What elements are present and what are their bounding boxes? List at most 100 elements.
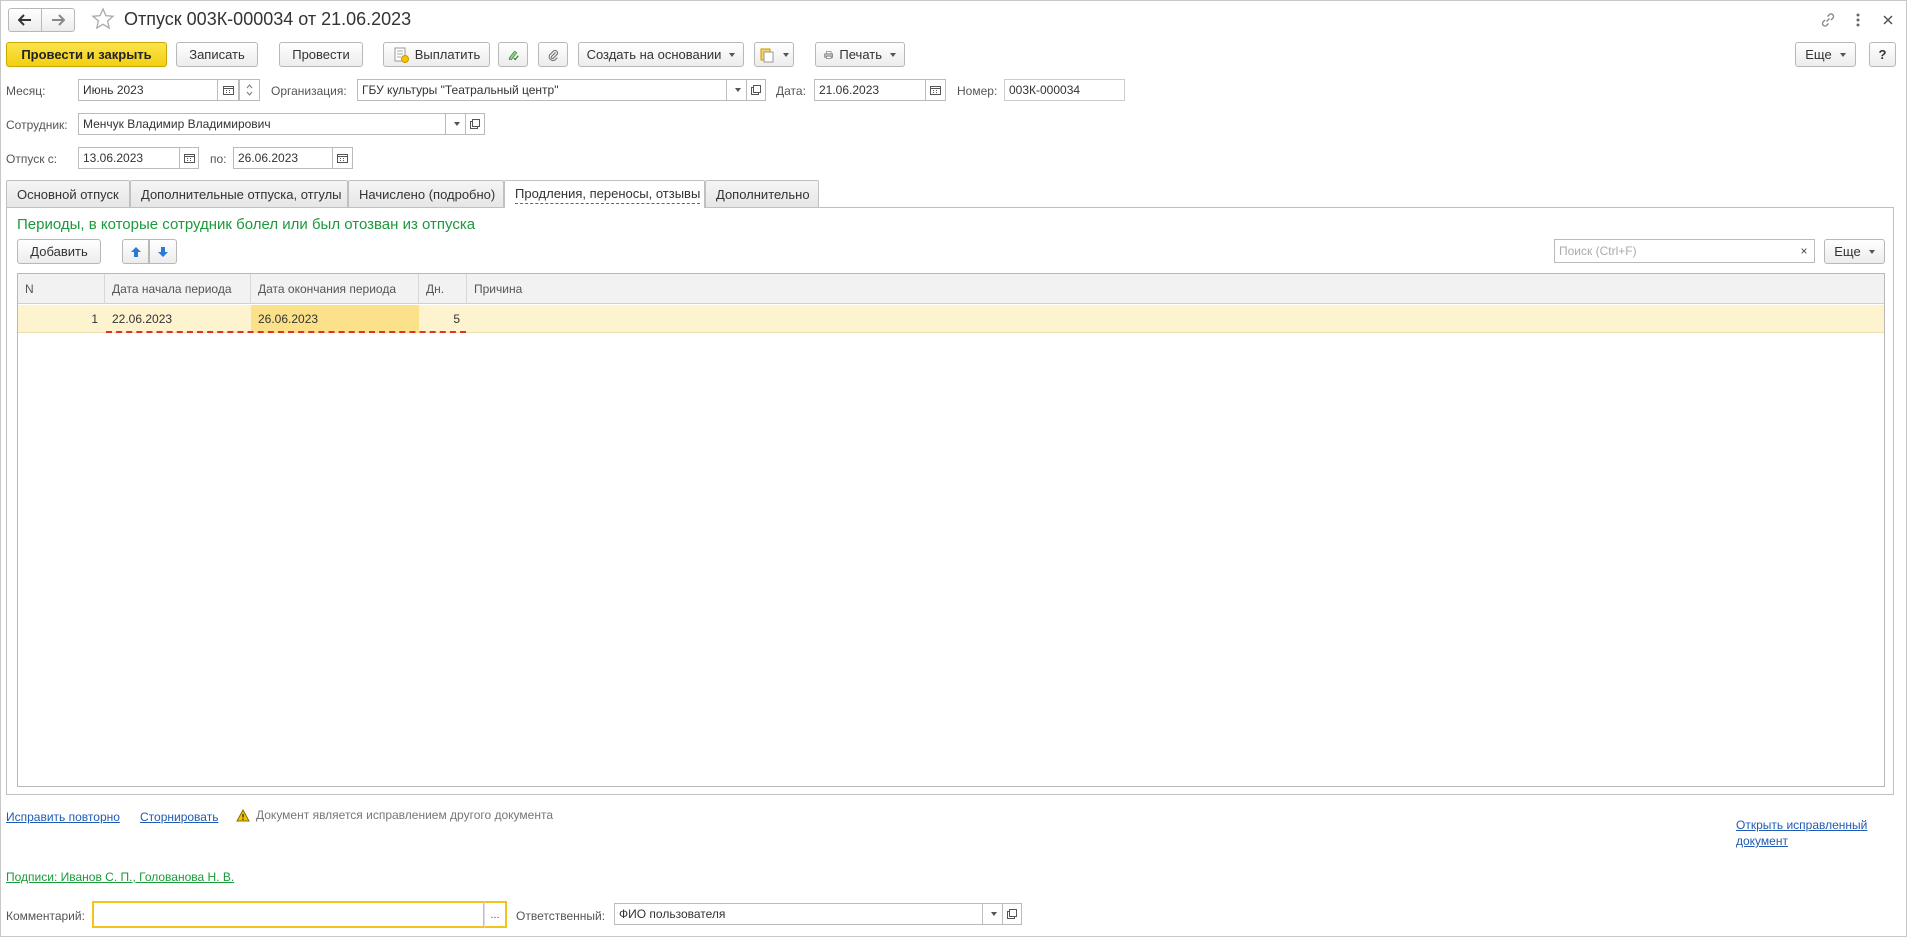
related-docs-button[interactable] [754, 42, 794, 67]
post-button[interactable]: Провести [279, 42, 363, 67]
comment-label: Комментарий: [6, 909, 85, 923]
cell-end-date[interactable]: 26.06.2023 [251, 305, 419, 333]
table-row[interactable]: 1 22.06.2023 26.06.2023 5 [18, 305, 1884, 333]
comment-input[interactable] [92, 901, 485, 928]
tab-additional-leaves[interactable]: Дополнительные отпуска, отгулы [130, 180, 348, 207]
back-button[interactable] [8, 8, 42, 32]
leave-to-input[interactable]: 26.06.2023 [233, 147, 333, 169]
cell-days[interactable]: 5 [419, 305, 467, 333]
column-header-n[interactable]: N [18, 274, 105, 304]
help-button[interactable]: ? [1869, 42, 1896, 67]
pay-doc-icon [394, 47, 409, 63]
chevron-down-icon [729, 52, 736, 57]
tab-accrued-detailed[interactable]: Начислено (подробно) [348, 180, 504, 207]
cell-n[interactable]: 1 [18, 305, 105, 333]
responsible-open-button[interactable] [1003, 903, 1022, 925]
chevron-down-icon [890, 52, 896, 57]
tab-main-leave[interactable]: Основной отпуск [6, 180, 130, 207]
open-fixed-document-link-line1[interactable]: Открыть исправленный [1736, 818, 1867, 832]
responsible-dropdown-button[interactable] [983, 903, 1003, 925]
organization-dropdown-button[interactable] [727, 79, 747, 101]
tab-extensions-transfers-recalls[interactable]: Продления, переносы, отзывы [504, 180, 705, 208]
open-window-icon [1007, 909, 1017, 919]
leave-from-calendar-button[interactable] [180, 147, 199, 169]
table-more-label: Еще [1834, 244, 1861, 259]
number-input[interactable]: 003К-000034 [1004, 79, 1125, 101]
date-calendar-button[interactable] [926, 79, 946, 101]
arrow-up-icon [130, 246, 141, 257]
tab-label: Начислено (подробно) [359, 186, 496, 202]
month-spinner[interactable] [239, 79, 260, 101]
employee-dropdown-button[interactable] [446, 113, 466, 135]
chevron-down-icon [1839, 52, 1846, 57]
warning-text: Документ является исправлением другого д… [256, 808, 554, 822]
correction-warning: Документ является исправлением другого д… [236, 808, 553, 822]
table-header: N Дата начала периода Дата окончания пер… [18, 274, 1884, 304]
number-label: Номер: [957, 84, 998, 98]
responsible-label: Ответственный: [516, 909, 606, 923]
table-more-button[interactable]: Еще [1824, 239, 1885, 264]
organization-open-button[interactable] [747, 79, 766, 101]
section-title: Периоды, в которые сотрудник болел или б… [17, 216, 476, 233]
arrow-right-icon [52, 14, 65, 26]
organization-input[interactable]: ГБУ культуры "Театральный центр" [357, 79, 727, 101]
column-header-days[interactable]: Дн. [419, 274, 467, 304]
month-input[interactable]: Июнь 2023 [78, 79, 218, 101]
tab-label: Дополнительные отпуска, отгулы [141, 186, 342, 202]
add-button[interactable]: Добавить [17, 239, 101, 264]
leave-to-label: по: [210, 152, 227, 166]
signatures-link[interactable]: Подписи: Иванов С. П., Голованова Н. В. [6, 870, 234, 884]
close-icon[interactable] [1878, 10, 1898, 30]
move-down-button[interactable] [149, 239, 177, 264]
pencil-check-icon [508, 50, 519, 60]
column-header-start-date[interactable]: Дата начала периода [105, 274, 251, 304]
employee-input[interactable]: Менчук Владимир Владимирович [78, 113, 446, 135]
chevron-down-icon [453, 122, 460, 126]
link-icon[interactable] [1818, 10, 1838, 30]
forward-button[interactable] [41, 8, 75, 32]
cell-start-date[interactable]: 22.06.2023 [105, 305, 251, 333]
open-window-icon [470, 119, 480, 129]
search-clear-button[interactable]: × [1794, 239, 1815, 263]
column-header-end-date[interactable]: Дата окончания периода [251, 274, 419, 304]
pay-button[interactable]: Выплатить [383, 42, 490, 67]
post-and-close-button[interactable]: Провести и закрыть [6, 42, 167, 67]
reverse-link[interactable]: Сторнировать [140, 810, 218, 824]
spinner-arrows-icon [246, 84, 253, 96]
chevron-down-icon [783, 52, 789, 57]
print-button[interactable]: Печать [815, 42, 905, 67]
organization-label: Организация: [271, 84, 347, 98]
periods-table[interactable]: N Дата начала периода Дата окончания пер… [17, 273, 1885, 787]
page-title: Отпуск 003К-000034 от 21.06.2023 [124, 9, 412, 29]
calendar-icon [222, 86, 234, 95]
tab-label: Продления, переносы, отзывы [515, 186, 701, 204]
more-button[interactable]: Еще [1795, 42, 1856, 67]
save-button[interactable]: Записать [176, 42, 258, 67]
fix-again-link[interactable]: Исправить повторно [6, 810, 120, 824]
leave-from-input[interactable]: 13.06.2023 [78, 147, 180, 169]
tab-additional[interactable]: Дополнительно [705, 180, 819, 207]
leave-to-calendar-button[interactable] [333, 147, 353, 169]
edit-green-button[interactable] [498, 42, 528, 67]
pay-button-label: Выплатить [414, 47, 481, 62]
more-vertical-icon[interactable] [1848, 10, 1868, 30]
open-fixed-document-link-line2[interactable]: документ [1736, 834, 1788, 848]
search-input[interactable]: Поиск (Ctrl+F) [1554, 239, 1795, 263]
tab-label: Дополнительно [716, 186, 810, 202]
employee-label: Сотрудник: [6, 118, 68, 132]
column-header-reason[interactable]: Причина [467, 274, 867, 304]
cell-reason[interactable] [467, 305, 867, 333]
month-calendar-button[interactable] [218, 79, 239, 101]
favorite-star-icon[interactable] [91, 7, 115, 31]
comment-expand-button[interactable]: ... [484, 901, 507, 928]
employee-open-button[interactable] [466, 113, 485, 135]
arrow-left-icon [18, 14, 31, 26]
print-button-label: Печать [839, 47, 882, 62]
attach-button[interactable] [538, 42, 568, 67]
printer-icon [824, 50, 834, 59]
move-up-button[interactable] [122, 239, 149, 264]
create-based-on-button[interactable]: Создать на основании [578, 42, 744, 67]
date-input[interactable]: 21.06.2023 [814, 79, 926, 101]
responsible-input[interactable]: ФИО пользователя [614, 903, 983, 925]
calendar-icon [337, 154, 348, 163]
